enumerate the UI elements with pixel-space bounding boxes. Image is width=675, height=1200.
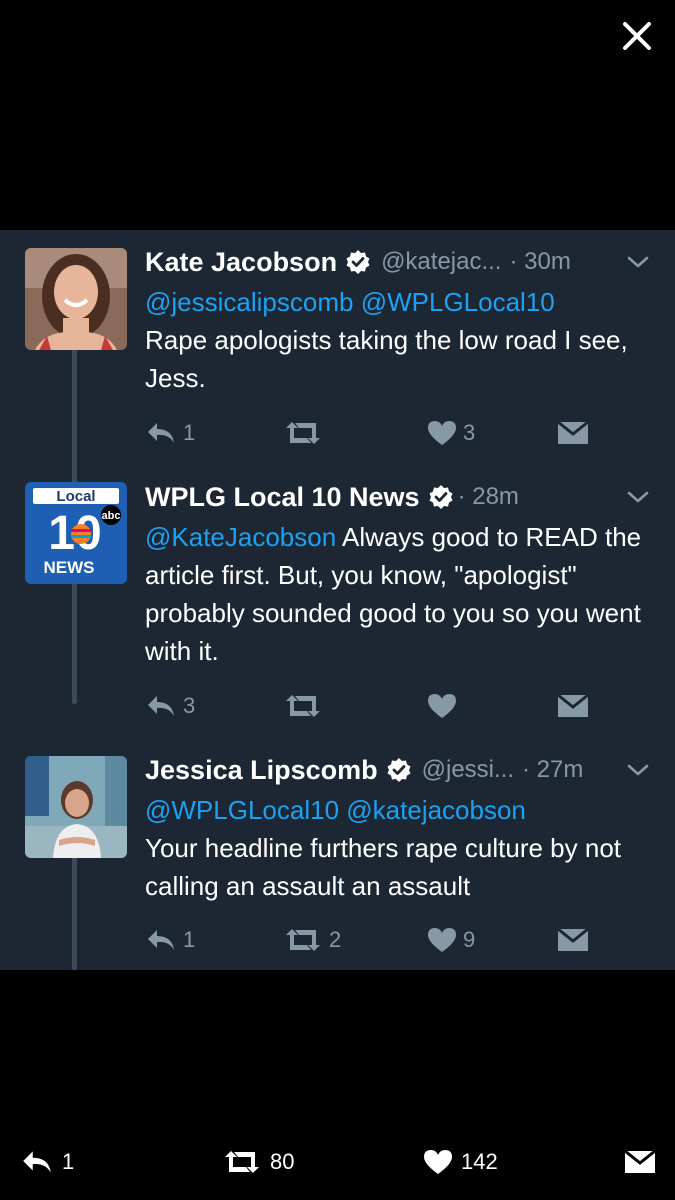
retweet-button[interactable] <box>283 416 329 450</box>
retweet-count: 80 <box>270 1149 295 1174</box>
tweet-thread-panel: Kate Jacobson @katejac... · 30m @jessica… <box>0 230 675 970</box>
chevron-down-icon[interactable] <box>625 757 651 783</box>
heart-icon <box>428 421 456 445</box>
logo-bottom-text: NEWS <box>44 558 95 577</box>
avatar-kate-jacobson[interactable] <box>25 248 127 350</box>
envelope-icon <box>557 927 589 951</box>
reply-count: 1 <box>183 420 196 445</box>
tweet-actions: 1 2 9 <box>145 923 595 957</box>
tweet-author-handle[interactable]: @jessi... <box>422 756 514 784</box>
tweet-actions: 3 <box>145 689 595 723</box>
retweet-icon <box>225 1151 259 1173</box>
tweet-body: Rape apologists taking the low road I se… <box>145 325 628 393</box>
like-button[interactable]: 142 <box>423 1148 498 1176</box>
verified-badge-icon <box>429 485 453 509</box>
tweet-timestamp[interactable]: · 28m <box>458 483 519 511</box>
retweet-count: 2 <box>329 927 342 952</box>
heart-icon <box>428 928 456 952</box>
retweet-icon <box>286 695 320 717</box>
chevron-down-icon[interactable] <box>625 484 651 510</box>
tweet-author-name[interactable]: WPLG Local 10 News <box>145 482 420 513</box>
logo-top-text: Local <box>56 488 95 505</box>
avatar-photo <box>25 756 127 858</box>
mention-link[interactable]: @WPLGLocal10 <box>145 795 339 825</box>
like-button[interactable] <box>427 689 463 723</box>
like-count: 9 <box>463 927 476 952</box>
tweet-timestamp[interactable]: · 27m <box>522 756 583 784</box>
like-count: 142 <box>461 1149 498 1174</box>
reply-count: 3 <box>183 693 196 718</box>
tweet-timestamp[interactable]: · 30m <box>509 248 570 276</box>
wplg-logo-image: Local 10 abc NEWS <box>25 482 127 584</box>
close-icon <box>623 22 651 50</box>
avatar-wplg-local10[interactable]: Local 10 abc NEWS <box>25 482 127 584</box>
envelope-icon <box>557 420 589 444</box>
tweet-author-name[interactable]: Jessica Lipscomb <box>145 755 378 786</box>
tweet-text: @jessicalipscomb @WPLGLocal10 Rape apolo… <box>145 283 655 397</box>
like-button[interactable]: 3 <box>427 416 475 450</box>
mention-link[interactable]: @jessicalipscomb <box>145 287 353 317</box>
envelope-icon <box>624 1149 656 1173</box>
mention-link[interactable]: @katejacobson <box>346 795 526 825</box>
tweet-text: @KateJacobson Always good to READ the ar… <box>145 518 655 670</box>
direct-message-button[interactable] <box>624 1148 656 1176</box>
avatar-jessica-lipscomb[interactable] <box>25 756 127 858</box>
reply-button[interactable]: 1 <box>145 416 195 450</box>
envelope-icon <box>557 693 589 717</box>
retweet-icon <box>286 929 320 951</box>
verified-badge-icon <box>387 758 411 782</box>
avatar-photo <box>25 248 127 350</box>
tweet-body: Your headline furthers rape culture by n… <box>145 833 622 901</box>
like-button[interactable]: 9 <box>427 923 475 957</box>
reply-button[interactable]: 1 <box>20 1148 74 1176</box>
tweet-author-handle[interactable]: @katejac... <box>381 248 501 276</box>
tweet-actions: 1 3 <box>145 416 595 450</box>
reply-button[interactable]: 3 <box>145 689 195 723</box>
retweet-button[interactable] <box>283 689 329 723</box>
tweet-author-name[interactable]: Kate Jacobson <box>145 247 337 278</box>
mention-link[interactable]: @WPLGLocal10 <box>361 287 555 317</box>
tweet-text: @WPLGLocal10 @katejacobson Your headline… <box>145 791 655 905</box>
direct-message-button[interactable] <box>557 923 589 957</box>
reply-icon <box>23 1151 51 1173</box>
mention-link[interactable]: @KateJacobson <box>145 522 336 552</box>
retweet-icon <box>286 422 320 444</box>
reply-count: 1 <box>62 1149 75 1174</box>
reply-icon <box>148 930 174 950</box>
verified-badge-icon <box>346 250 370 274</box>
reply-button[interactable]: 1 <box>145 923 195 957</box>
heart-icon <box>428 694 456 718</box>
retweet-button[interactable]: 80 <box>222 1148 294 1176</box>
chevron-down-icon[interactable] <box>625 249 651 275</box>
logo-network-text: abc <box>102 510 121 522</box>
close-button[interactable] <box>619 18 655 54</box>
direct-message-button[interactable] <box>557 416 589 450</box>
heart-icon <box>424 1150 452 1174</box>
direct-message-button[interactable] <box>557 689 589 723</box>
reply-icon <box>148 423 174 443</box>
bottom-action-bar: 1 80 142 <box>0 1140 675 1190</box>
reply-count: 1 <box>183 927 196 952</box>
like-count: 3 <box>463 420 476 445</box>
retweet-button[interactable]: 2 <box>283 923 341 957</box>
reply-icon <box>148 696 174 716</box>
